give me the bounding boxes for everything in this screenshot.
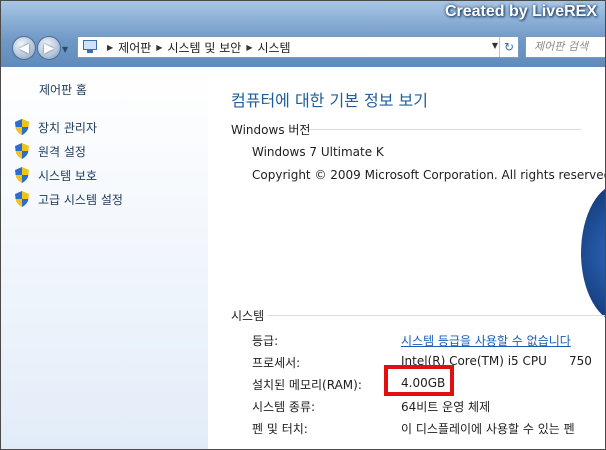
chevron-right-icon[interactable]: ▶ bbox=[246, 43, 252, 52]
rating-link[interactable]: 시스템 등급을 사용할 수 없습니다 bbox=[401, 332, 571, 349]
forward-button[interactable]: ▶ bbox=[37, 36, 61, 60]
system-type-value: 64비트 운영 체제 bbox=[401, 400, 491, 414]
processor-label: 프로세서: bbox=[252, 356, 301, 370]
chevron-right-icon[interactable]: ▶ bbox=[107, 43, 113, 52]
processor-speed-value: 750 bbox=[569, 354, 592, 368]
breadcrumb-system[interactable]: 시스템 bbox=[257, 39, 290, 56]
sidebar: 제어판 홈 장치 관리자 원격 설정 시스템 보호 고급 시스템 설정 bbox=[1, 67, 208, 449]
windows-edition-heading: Windows 버전 bbox=[231, 123, 311, 137]
back-arrow-icon: ◀ bbox=[19, 41, 29, 56]
sidebar-item-advanced-settings[interactable]: 고급 시스템 설정 bbox=[15, 187, 123, 211]
sidebar-item-remote-settings[interactable]: 원격 설정 bbox=[15, 139, 123, 163]
control-panel-icon bbox=[83, 40, 99, 54]
section-divider bbox=[268, 315, 605, 316]
shield-icon bbox=[15, 191, 29, 207]
sidebar-task-list: 장치 관리자 원격 설정 시스템 보호 고급 시스템 설정 bbox=[15, 115, 123, 211]
sidebar-item-device-manager[interactable]: 장치 관리자 bbox=[15, 115, 123, 139]
shield-icon bbox=[15, 167, 29, 183]
sidebar-item-label: 시스템 보호 bbox=[38, 168, 98, 183]
forward-arrow-icon: ▶ bbox=[44, 41, 54, 56]
breadcrumb-system-security[interactable]: 시스템 및 보안 bbox=[167, 39, 241, 56]
page-title: 컴퓨터에 대한 기본 정보 보기 bbox=[231, 91, 428, 110]
control-panel-home-link[interactable]: 제어판 홈 bbox=[39, 81, 87, 98]
copyright-text: Copyright © 2009 Microsoft Corporation. … bbox=[252, 168, 606, 182]
back-button[interactable]: ◀ bbox=[12, 36, 36, 60]
address-dropdown-icon[interactable]: ▼ bbox=[492, 41, 498, 50]
sidebar-item-label: 고급 시스템 설정 bbox=[38, 192, 123, 207]
memory-label: 설치된 메모리(RAM): bbox=[252, 378, 362, 392]
refresh-icon[interactable]: ↻ bbox=[499, 37, 518, 57]
pen-touch-value: 이 디스플레이에 사용할 수 있는 펜 bbox=[401, 422, 575, 436]
shield-icon bbox=[15, 143, 29, 159]
section-divider bbox=[309, 129, 581, 130]
windows-logo bbox=[581, 183, 605, 323]
search-input[interactable]: 제어판 검색 bbox=[525, 36, 605, 58]
sidebar-item-label: 장치 관리자 bbox=[38, 120, 98, 135]
windows-edition-value: Windows 7 Ultimate K bbox=[252, 145, 384, 159]
recent-pages-dropdown-icon[interactable]: ▼ bbox=[62, 45, 68, 54]
watermark-text: Created by LiveREX bbox=[444, 3, 597, 20]
sidebar-item-label: 원격 설정 bbox=[38, 144, 86, 159]
breadcrumb-control-panel[interactable]: 제어판 bbox=[118, 39, 151, 56]
shield-icon bbox=[15, 119, 29, 135]
rating-label: 등급: bbox=[252, 334, 279, 348]
pen-touch-label: 펜 및 터치: bbox=[252, 422, 308, 436]
chevron-right-icon[interactable]: ▶ bbox=[156, 43, 162, 52]
system-window: Created by LiveREX ◀ ▶ ▼ ▶ 제어판 ▶ 시스템 및 보… bbox=[0, 0, 606, 450]
address-bar[interactable]: ▶ 제어판 ▶ 시스템 및 보안 ▶ 시스템 ▼ ↻ bbox=[77, 36, 519, 58]
title-bar: Created by LiveREX ◀ ▶ ▼ ▶ 제어판 ▶ 시스템 및 보… bbox=[1, 1, 605, 67]
system-heading: 시스템 bbox=[231, 309, 265, 323]
sidebar-item-system-protection[interactable]: 시스템 보호 bbox=[15, 163, 123, 187]
memory-highlight-box bbox=[384, 365, 454, 396]
system-type-label: 시스템 종류: bbox=[252, 400, 316, 414]
